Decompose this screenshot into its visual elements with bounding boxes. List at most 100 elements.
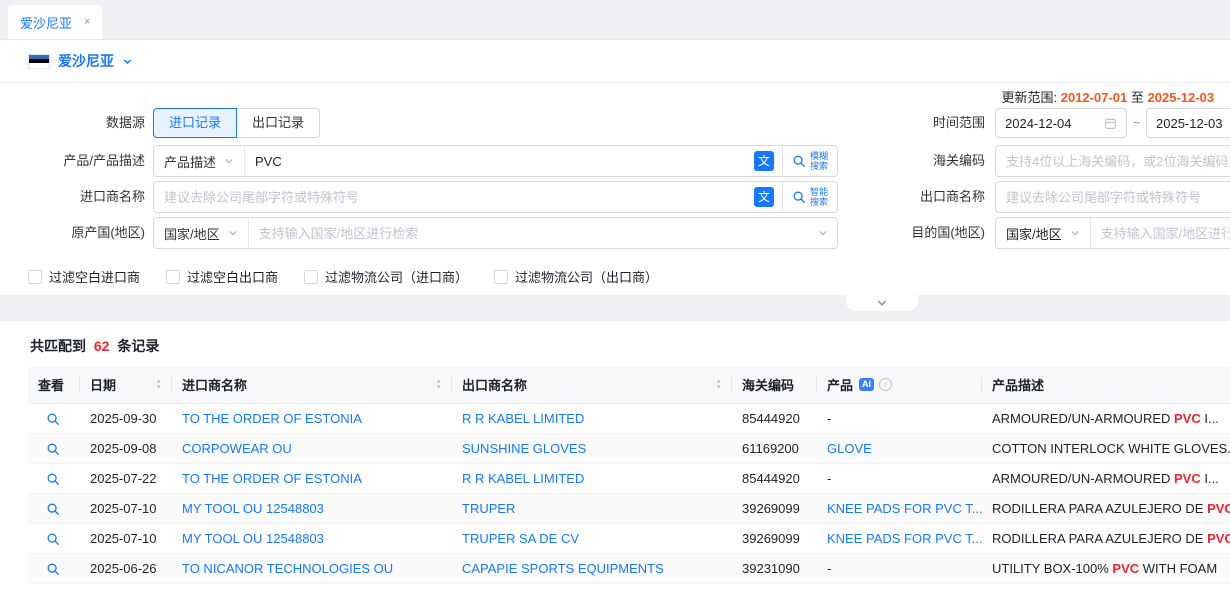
checkbox-icon[interactable] — [166, 270, 180, 284]
panel-gap — [0, 295, 1230, 321]
exporter-link[interactable]: SUNSHINE GLOVES — [462, 441, 586, 456]
product-search-input[interactable] — [245, 146, 754, 176]
view-record-button[interactable] — [46, 472, 60, 486]
update-range-label: 更新范围: — [1001, 90, 1057, 105]
chevron-down-icon[interactable] — [122, 56, 133, 67]
fuzzy-search-button[interactable]: 模糊 搜索 — [782, 146, 837, 176]
header-description-label: 产品描述 — [992, 378, 1044, 393]
summary-suffix: 条记录 — [117, 338, 159, 354]
import-records-button[interactable]: 进口记录 — [153, 108, 237, 138]
product-type-select[interactable]: 产品描述 — [154, 146, 245, 176]
origin-country-group: 国家/地区 — [153, 217, 838, 249]
importer-link[interactable]: CORPOWEAR OU — [182, 441, 292, 456]
hs-code-input[interactable] — [996, 146, 1230, 176]
destination-country-select[interactable]: 国家/地区 — [996, 218, 1091, 248]
filter-panel: 更新范围: 2012-07-01 至 2025-12-03 数据源 进口记录 出… — [0, 83, 1230, 295]
fuzzy-search-label-2: 搜索 — [810, 161, 828, 171]
cell-date: 2025-09-30 — [80, 403, 172, 433]
view-record-button[interactable] — [46, 442, 60, 456]
product-link[interactable]: KNEE PADS FOR PVC T... — [827, 531, 982, 546]
chevron-down-icon — [228, 228, 238, 238]
date-to-input[interactable]: 2025-12-03 — [1146, 108, 1230, 138]
checkbox-filter-logistics-exporter[interactable]: 过滤物流公司（出口商） — [494, 267, 658, 286]
results-panel: 共匹配到 62 条记录 查看 日期 ▲▼ 进口商名称 ▲▼ — [0, 321, 1230, 584]
importer-link[interactable]: TO THE ORDER OF ESTONIA — [182, 471, 362, 486]
checkbox-label: 过滤物流公司（出口商） — [515, 267, 658, 286]
translate-icon[interactable]: 文 — [754, 151, 774, 171]
country-name[interactable]: 爱沙尼亚 — [58, 51, 114, 71]
keyword-highlight: PVC — [1207, 501, 1230, 516]
cell-description: ARMOURED/UN-ARMOURED PVC I... — [982, 403, 1230, 433]
origin-country-input[interactable] — [249, 218, 818, 248]
cell-description: RODILLERA PARA AZULEJERO DE PVC — [982, 493, 1230, 523]
cell-date: 2025-06-26 — [80, 553, 172, 583]
exporter-link[interactable]: TRUPER SA DE CV — [462, 531, 579, 546]
product-link[interactable]: GLOVE — [827, 441, 872, 456]
sort-icon[interactable]: ▲▼ — [155, 379, 162, 391]
sort-icon[interactable]: ▲▼ — [435, 379, 442, 391]
tab-bar: 爱沙尼亚 × — [0, 0, 1230, 40]
view-record-button[interactable] — [46, 502, 60, 516]
origin-country-select[interactable]: 国家/地区 — [154, 218, 249, 248]
calendar-icon[interactable] — [1104, 117, 1117, 130]
exporter-link[interactable]: R R KABEL LIMITED — [462, 471, 584, 486]
header-description: 产品描述 — [982, 367, 1230, 403]
importer-link[interactable]: TO NICANOR TECHNOLOGIES OU — [182, 561, 393, 576]
view-record-button[interactable] — [46, 532, 60, 546]
importer-link[interactable]: MY TOOL OU 12548803 — [182, 531, 324, 546]
update-range-from: 2012-07-01 — [1061, 90, 1128, 105]
smart-search-button[interactable]: 智能 搜索 — [782, 182, 837, 212]
table-row: 2025-07-22 TO THE ORDER OF ESTONIA R R K… — [28, 463, 1230, 493]
info-icon[interactable]: i — [879, 378, 892, 391]
importer-search-input[interactable] — [154, 182, 754, 212]
checkbox-filter-blank-exporter[interactable]: 过滤空白出口商 — [166, 267, 278, 286]
checkbox-icon[interactable] — [28, 270, 42, 284]
cell-description: UTILITY BOX-100% PVC WITH FOAM — [982, 553, 1230, 583]
exporter-link[interactable]: CAPAPIE SPORTS EQUIPMENTS — [462, 561, 664, 576]
importer-label: 进口商名称 — [0, 181, 145, 213]
export-records-button[interactable]: 出口记录 — [236, 108, 320, 138]
checkbox-filter-logistics-importer[interactable]: 过滤物流公司（进口商） — [304, 267, 468, 286]
date-from-input[interactable]: 2024-12-04 — [995, 108, 1127, 138]
results-summary: 共匹配到 62 条记录 — [0, 321, 1230, 367]
view-record-button[interactable] — [46, 412, 60, 426]
smart-search-label-2: 搜索 — [810, 197, 828, 207]
country-header: 爱沙尼亚 — [0, 40, 1230, 82]
cell-product: - — [827, 471, 831, 486]
importer-link[interactable]: TO THE ORDER OF ESTONIA — [182, 411, 362, 426]
cell-product: - — [827, 411, 831, 426]
product-link[interactable]: KNEE PADS FOR PVC T... — [827, 501, 982, 516]
sort-icon[interactable]: ▲▼ — [715, 379, 722, 391]
hs-code-label: 海关编码 — [855, 145, 985, 177]
destination-country-input[interactable] — [1091, 218, 1230, 248]
chevron-down-icon[interactable] — [818, 228, 837, 238]
checkbox-icon[interactable] — [304, 270, 318, 284]
cell-date: 2025-07-10 — [80, 493, 172, 523]
exporter-link[interactable]: TRUPER — [462, 501, 515, 516]
checkbox-icon[interactable] — [494, 270, 508, 284]
view-record-button[interactable] — [46, 562, 60, 576]
cell-hs-code: 39231090 — [732, 553, 817, 583]
exporter-link[interactable]: R R KABEL LIMITED — [462, 411, 584, 426]
checkbox-label: 过滤物流公司（进口商） — [325, 267, 468, 286]
records-table: 查看 日期 ▲▼ 进口商名称 ▲▼ 出口商名称 ▲▼ — [28, 367, 1230, 584]
table-row: 2025-07-10 MY TOOL OU 12548803 TRUPER SA… — [28, 523, 1230, 553]
checkbox-filter-blank-importer[interactable]: 过滤空白进口商 — [28, 267, 140, 286]
data-source-label: 数据源 — [0, 107, 145, 139]
table-header-row: 查看 日期 ▲▼ 进口商名称 ▲▼ 出口商名称 ▲▼ — [28, 367, 1230, 403]
close-icon[interactable]: × — [84, 16, 90, 28]
importer-link[interactable]: MY TOOL OU 12548803 — [182, 501, 324, 516]
exporter-search-input[interactable] — [996, 182, 1230, 212]
cell-description: RODILLERA PARA AZULEJERO DE PVC — [982, 523, 1230, 553]
fuzzy-search-label-1: 模糊 — [810, 151, 828, 161]
cell-description: COTTON INTERLOCK WHITE GLOVES... — [982, 433, 1230, 463]
chevron-down-icon — [224, 156, 234, 166]
translate-icon[interactable]: 文 — [754, 187, 774, 207]
collapse-filters-button[interactable] — [846, 295, 918, 311]
header-date-label: 日期 — [90, 375, 116, 394]
estonia-flag-icon — [28, 54, 50, 69]
header-importer: 进口商名称 ▲▼ — [172, 367, 452, 403]
tab-estonia[interactable]: 爱沙尼亚 × — [8, 5, 102, 39]
date-from-value: 2024-12-04 — [1005, 116, 1098, 131]
chevron-down-icon — [1070, 228, 1080, 238]
